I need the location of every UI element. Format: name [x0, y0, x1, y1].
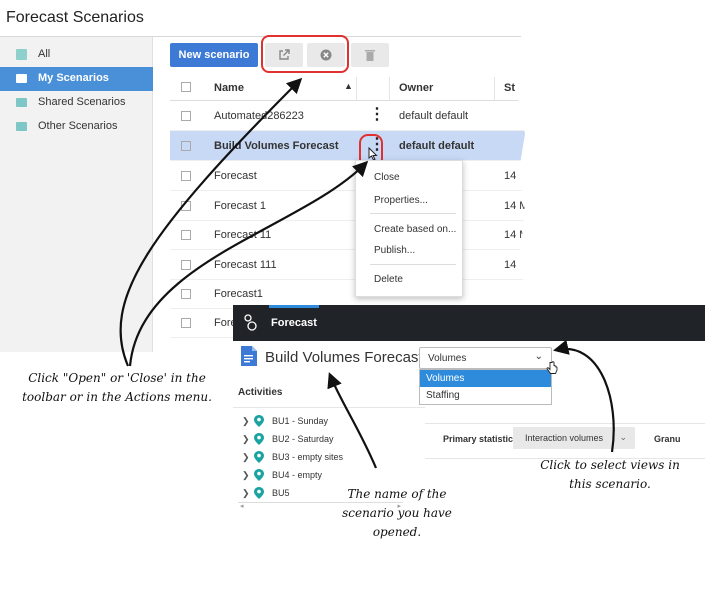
annotation-open-close: Click "Open" or 'Close' in the toolbar o…: [22, 371, 212, 404]
annotation-select-views: Click to select views in this scenario.: [540, 458, 680, 491]
annotation-scenario-name: The name of the scenario you have opened…: [342, 487, 452, 539]
